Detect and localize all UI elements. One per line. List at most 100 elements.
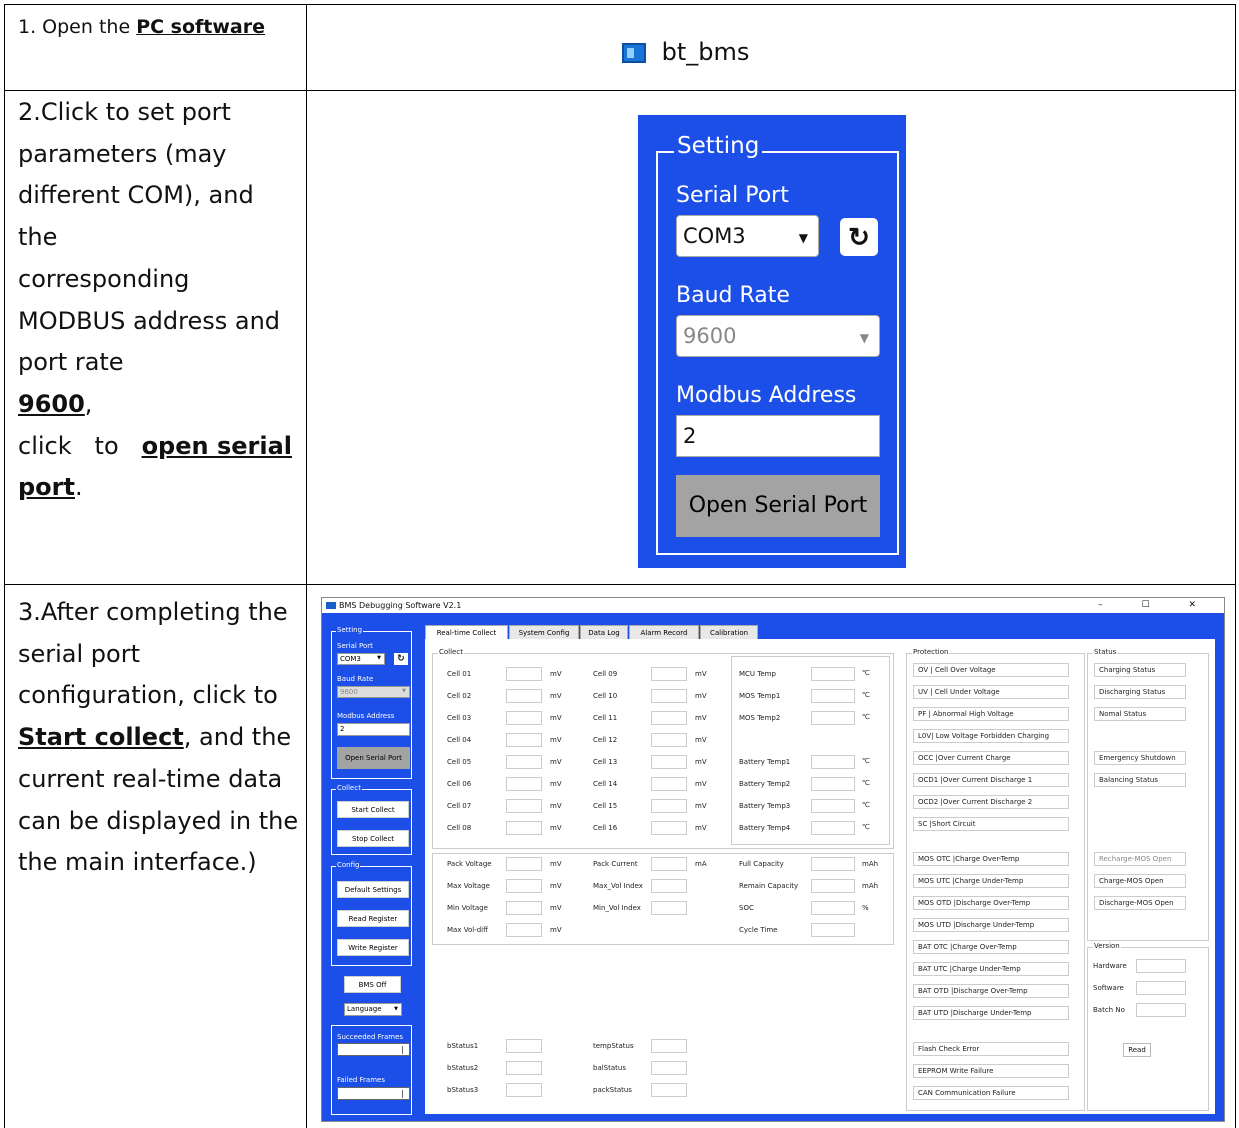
step-2-line: corresponding	[18, 264, 190, 293]
cell-value-field	[651, 799, 687, 813]
window-controls[interactable]: – ☐ ✕	[1098, 598, 1214, 613]
unit-label: mV	[695, 736, 707, 744]
instruction-table: 1. Open the PC software bt_bms 2.Click t…	[0, 0, 1239, 1128]
pack-label: SOC	[739, 904, 754, 912]
unit-label: mV	[550, 860, 562, 868]
serial-port-select[interactable]: COM3 ▼	[676, 215, 819, 257]
refresh-icon[interactable]: ↻	[840, 218, 878, 256]
protection-indicator: CAN Communication Failure	[913, 1086, 1069, 1100]
version-label: Software	[1093, 984, 1124, 992]
protection-indicator: BAT UTC |Charge Under-Temp	[913, 962, 1069, 976]
read-button[interactable]: Read	[1123, 1043, 1151, 1057]
app-titlebar: BMS Debugging Software V2.1 – ☐ ✕	[322, 598, 1224, 613]
protection-legend: Protection	[912, 648, 950, 656]
chevron-down-icon: ▼	[394, 1006, 398, 1012]
unit-label: mV	[695, 670, 707, 678]
write-register-button[interactable]: Write Register	[337, 939, 409, 956]
read-register-button[interactable]: Read Register	[337, 910, 409, 927]
unit-label: mV	[550, 758, 562, 766]
cell-label: Cell 06	[447, 780, 472, 788]
modbus-address-input[interactable]: 2	[676, 415, 880, 457]
language-value: Language	[347, 1005, 382, 1013]
tab-realtime-collect[interactable]: Real-time Collect	[425, 625, 508, 640]
pack-label: Pack Current	[593, 860, 638, 868]
left-open-serial-button[interactable]: Open Serial Port	[337, 747, 410, 769]
protection-indicator: UV | Cell Under Voltage	[913, 685, 1069, 699]
version-legend: Version	[1093, 942, 1121, 950]
stop-collect-button[interactable]: Stop Collect	[337, 830, 409, 847]
step-3-line: the main interface.)	[18, 848, 257, 877]
default-settings-button[interactable]: Default Settings	[337, 881, 409, 898]
cell-label: Cell 04	[447, 736, 472, 744]
left-com-value: COM3	[340, 655, 361, 663]
protection-indicator: MOS UTD |Discharge Under-Temp	[913, 918, 1069, 932]
unit-label: mV	[550, 824, 562, 832]
failed-frames-value	[337, 1087, 410, 1100]
unit-label: mV	[550, 882, 562, 890]
bms-off-button[interactable]: BMS Off	[344, 976, 401, 993]
step-2-line: parameters (may	[18, 139, 227, 168]
protection-indicator: MOS OTD |Discharge Over-Temp	[913, 896, 1069, 910]
realtime-collect-panel: Collect Cell 01 mV Cell 02 mV Cell 03 mV Cell …	[425, 639, 1215, 1114]
app-title: BMS Debugging Software V2.1	[339, 601, 462, 610]
start-collect-button[interactable]: Start Collect	[337, 801, 409, 818]
succeeded-frames-label: Succeeded Frames	[337, 1033, 404, 1041]
cell-label: Cell 02	[447, 692, 472, 700]
pack-value-field	[506, 879, 542, 893]
app-shortcut[interactable]: bt_bms	[622, 38, 749, 68]
step-2-line: different COM), and the	[18, 181, 254, 252]
status-value-field	[651, 1039, 687, 1053]
left-baud-label: Baud Rate	[337, 675, 374, 683]
modbus-address-label: Modbus Address	[676, 383, 857, 408]
tab-alarm-record[interactable]: Alarm Record	[629, 625, 699, 640]
unit-label: mA	[695, 860, 707, 868]
pack-label: Full Capacity	[739, 860, 784, 868]
bms-app-window: BMS Debugging Software V2.1 – ☐ ✕ Settin…	[321, 597, 1225, 1122]
mos-status-indicator: Discharge-MOS Open	[1094, 896, 1186, 910]
version-label: Hardware	[1093, 962, 1127, 970]
left-baud-select[interactable]: 9600 ▼	[337, 686, 410, 698]
pack-value-field	[651, 857, 687, 871]
cell-value-field	[506, 689, 542, 703]
tab-data-log[interactable]: Data Log	[580, 625, 628, 640]
pack-label: Min Voltage	[447, 904, 488, 912]
cell-value-field	[506, 755, 542, 769]
step-2-line: 2.Click to set port	[18, 98, 231, 126]
language-select[interactable]: Language ▼	[344, 1003, 402, 1016]
bstatus-value-field	[506, 1039, 542, 1053]
version-value-field	[1136, 959, 1186, 973]
temp-subgroup	[731, 656, 890, 845]
tab-system-config[interactable]: System Config	[509, 625, 579, 640]
tab-calibration[interactable]: Calibration	[700, 625, 758, 640]
unit-label: mV	[550, 670, 562, 678]
setting-legend: Setting	[674, 133, 763, 159]
baud-rate-select[interactable]: 9600 ▼	[676, 315, 880, 357]
protection-indicator: MOS OTC |Charge Over-Temp	[913, 852, 1069, 866]
unit-label: mV	[695, 824, 707, 832]
status-indicator: Emergency Shutdown	[1094, 751, 1186, 765]
step-3-line: configuration, click to	[18, 681, 278, 710]
open-serial-link-port: port	[18, 473, 75, 502]
protection-indicator: OCD2 |Over Current Discharge 2	[913, 795, 1069, 809]
app-name: bt_bms	[661, 38, 750, 66]
pack-value-field	[506, 901, 542, 915]
status-indicator: Charging Status	[1094, 663, 1186, 677]
unit-label: mV	[550, 780, 562, 788]
unit-label: mV	[550, 692, 562, 700]
left-refresh-icon[interactable]: ↻	[394, 653, 408, 665]
baud-rate-value: 9600	[683, 324, 737, 348]
unit-label: mV	[695, 758, 707, 766]
left-com-select[interactable]: COM3 ▼	[337, 653, 385, 665]
left-config-legend: Config	[336, 861, 361, 869]
table-border-row2	[4, 584, 1236, 585]
serial-port-label: Serial Port	[676, 183, 789, 208]
chevron-down-icon: ▼	[798, 231, 808, 245]
left-modbus-input[interactable]: 2	[337, 723, 410, 736]
cell-label: Cell 03	[447, 714, 472, 722]
open-serial-port-button[interactable]: Open Serial Port	[676, 475, 880, 537]
protection-indicator: BAT UTD |Discharge Under-Temp	[913, 1006, 1069, 1020]
bstatus-value-field	[506, 1061, 542, 1075]
baud-highlight: 9600	[18, 389, 85, 418]
step-2-comma: ,	[84, 389, 93, 418]
protection-indicator: EEPROM Write Failure	[913, 1064, 1069, 1078]
